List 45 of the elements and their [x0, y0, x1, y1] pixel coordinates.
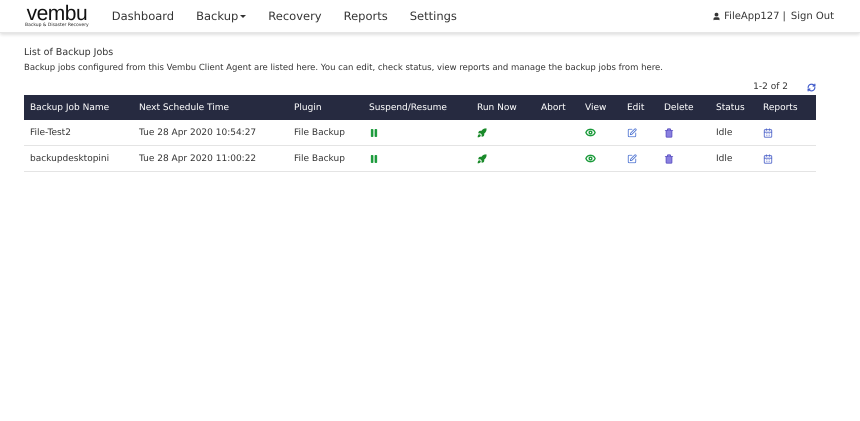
- column-header: Status: [710, 95, 757, 120]
- column-header: Suspend/Resume: [363, 95, 471, 120]
- trash-icon[interactable]: [664, 154, 674, 164]
- page-title: List of Backup Jobs: [24, 47, 114, 58]
- column-header: Edit: [621, 95, 658, 120]
- column-header: Run Now: [471, 95, 535, 120]
- caret-icon: [240, 14, 246, 18]
- page-description: Backup jobs configured from this Vembu Client Agent are listed here. You can edit, check status, view reports and manage the backup jobs from here.: [24, 63, 664, 73]
- column-header: Plugin: [288, 95, 363, 120]
- user-icon: [712, 12, 722, 20]
- eye-icon[interactable]: [585, 153, 596, 164]
- column-header: Next Schedule Time: [133, 95, 288, 120]
- table-cell: Tue 28 Apr 2020 11:00:22: [133, 146, 288, 172]
- nav-link[interactable]: Dashboard: [112, 9, 174, 23]
- column-header: Reports: [757, 95, 816, 120]
- table-cell: Tue 28 Apr 2020 10:54:27: [133, 120, 288, 146]
- refresh-icon[interactable]: [807, 82, 816, 92]
- trash-icon[interactable]: [664, 128, 674, 138]
- table-cell: Idle: [710, 146, 757, 172]
- table-cell: Idle: [710, 120, 757, 146]
- column-header: Delete: [658, 95, 710, 120]
- nav-link[interactable]: Settings: [410, 9, 457, 23]
- table-cell: File Backup: [288, 146, 363, 172]
- nav-menu[interactable]: Backup: [196, 9, 246, 23]
- column-header: Backup Job Name: [24, 95, 133, 120]
- username: FileApp127: [724, 10, 780, 22]
- sign-out-link[interactable]: Sign Out: [790, 10, 834, 22]
- table-cell: File Backup: [288, 120, 363, 146]
- edit-icon[interactable]: [627, 128, 637, 138]
- table-cell: backupdesktopini: [24, 146, 133, 172]
- separator: |: [782, 10, 786, 22]
- pagination-count: 1-2 of 2: [753, 82, 788, 92]
- column-header: Abort: [535, 95, 579, 120]
- rocket-icon[interactable]: [477, 128, 487, 138]
- calendar-icon[interactable]: [763, 128, 773, 138]
- calendar-icon[interactable]: [763, 154, 773, 164]
- pause-icon[interactable]: [369, 154, 379, 164]
- nav-link[interactable]: Recovery: [268, 9, 322, 23]
- pause-icon[interactable]: [369, 128, 379, 138]
- eye-icon[interactable]: [585, 127, 596, 138]
- edit-icon[interactable]: [627, 154, 637, 164]
- column-header: View: [579, 95, 621, 120]
- rocket-icon[interactable]: [477, 154, 487, 164]
- nav-link[interactable]: Reports: [344, 9, 388, 23]
- table-cell: File-Test2: [24, 120, 133, 146]
